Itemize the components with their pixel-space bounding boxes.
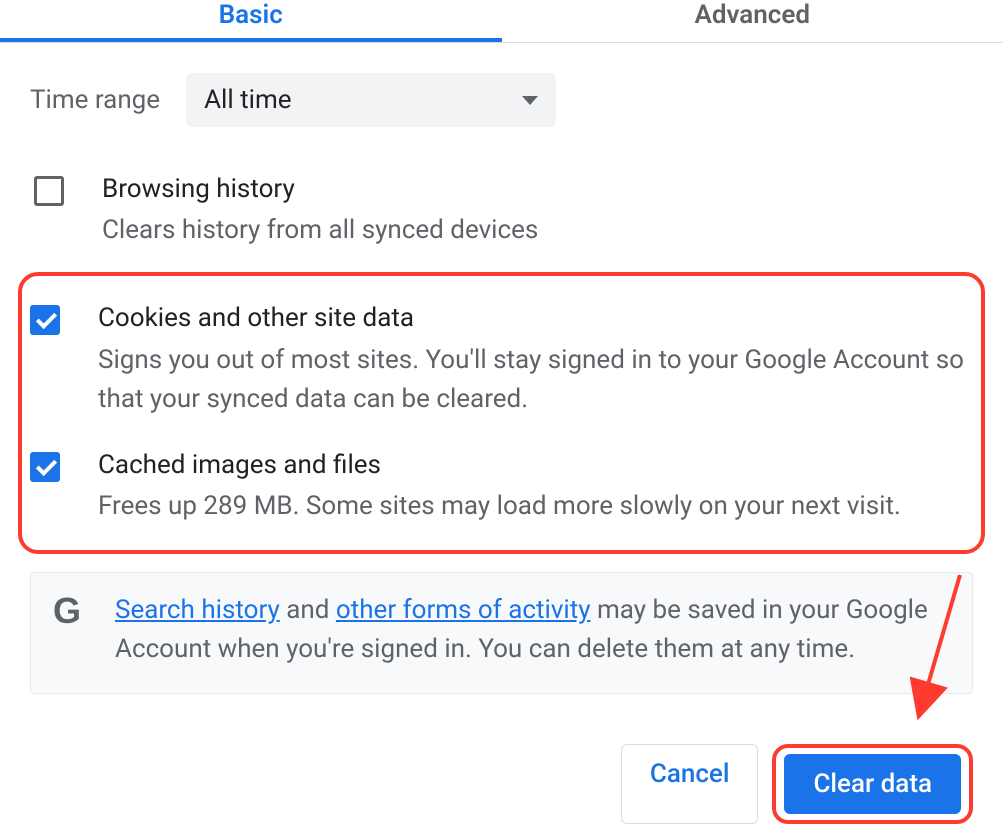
tabs: Basic Advanced bbox=[0, 0, 1003, 43]
annotation-highlight-options: Cookies and other site data Signs you ou… bbox=[18, 272, 985, 554]
option-desc: Clears history from all synced devices bbox=[102, 211, 973, 250]
checkbox-cookies[interactable] bbox=[30, 305, 60, 335]
option-cache: Cached images and files Frees up 289 MB.… bbox=[26, 433, 973, 540]
google-icon: G bbox=[47, 591, 87, 631]
link-search-history[interactable]: Search history bbox=[115, 595, 280, 625]
checkbox-browsing-history[interactable] bbox=[34, 176, 64, 206]
time-range-row: Time range All time bbox=[30, 43, 973, 157]
chevron-down-icon bbox=[522, 96, 538, 105]
link-other-activity[interactable]: other forms of activity bbox=[336, 595, 591, 625]
checkbox-cache[interactable] bbox=[30, 452, 60, 482]
option-title: Cached images and files bbox=[98, 447, 973, 483]
time-range-select[interactable]: All time bbox=[186, 73, 556, 127]
tab-advanced[interactable]: Advanced bbox=[502, 0, 1003, 42]
option-title: Cookies and other site data bbox=[98, 300, 973, 336]
dialog-footer: Cancel Clear data bbox=[30, 694, 973, 824]
option-desc: Frees up 289 MB. Some sites may load mor… bbox=[98, 487, 973, 526]
option-cookies: Cookies and other site data Signs you ou… bbox=[26, 286, 973, 432]
info-box: G Search history and other forms of acti… bbox=[30, 572, 973, 694]
annotation-highlight-clear-button: Clear data bbox=[772, 744, 973, 824]
option-desc: Signs you out of most sites. You'll stay… bbox=[98, 341, 973, 419]
cancel-button[interactable]: Cancel bbox=[621, 744, 759, 824]
time-range-value: All time bbox=[204, 85, 291, 115]
clear-data-button[interactable]: Clear data bbox=[784, 754, 961, 814]
option-title: Browsing history bbox=[102, 171, 973, 207]
info-text: Search history and other forms of activi… bbox=[115, 591, 956, 669]
option-browsing-history: Browsing history Clears history from all… bbox=[30, 157, 973, 264]
time-range-label: Time range bbox=[30, 85, 160, 115]
tab-basic[interactable]: Basic bbox=[0, 0, 502, 42]
